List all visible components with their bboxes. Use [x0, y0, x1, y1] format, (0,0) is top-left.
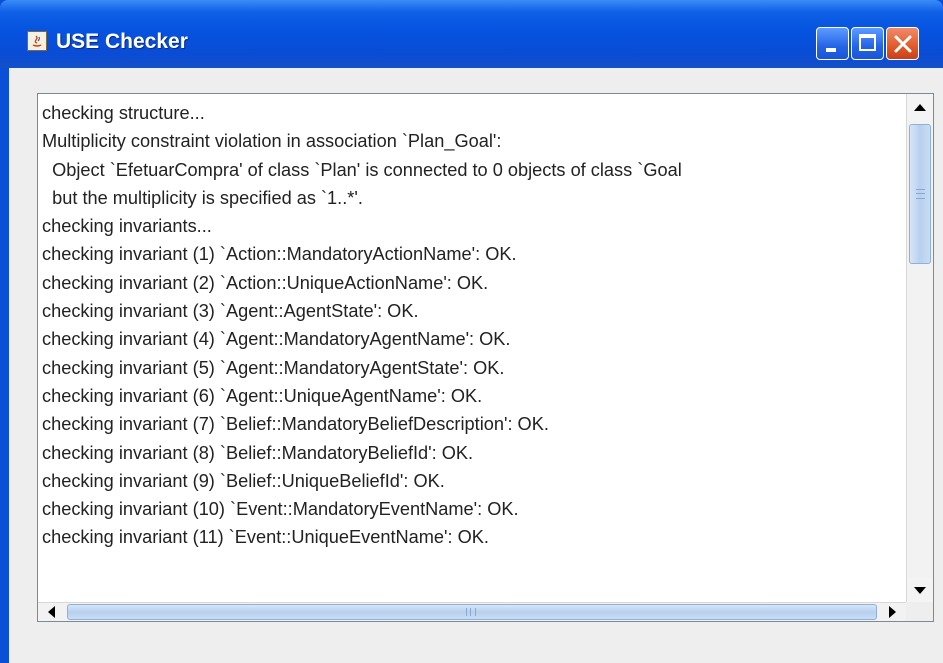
output-line: checking invariant (9) `Belief::UniqueBe…: [42, 470, 445, 491]
output-line: Multiplicity constraint violation in ass…: [42, 131, 502, 152]
window-title: USE Checker: [56, 30, 188, 53]
output-line: checking invariant (6) `Agent::UniqueAge…: [42, 385, 483, 406]
thumb-grip-icon: [466, 608, 476, 616]
output-line: checking invariant (5) `Agent::Mandatory…: [42, 357, 505, 378]
minimize-button[interactable]: [816, 27, 849, 60]
arrow-left-icon: [48, 606, 55, 618]
maximize-icon: [859, 34, 876, 51]
horizontal-scroll-thumb[interactable]: [67, 604, 877, 620]
arrow-down-icon: [914, 587, 926, 594]
output-text[interactable]: checking structure... Multiplicity constr…: [42, 99, 892, 599]
arrow-up-icon: [914, 104, 926, 111]
title-bar[interactable]: USE Checker: [0, 0, 943, 68]
minimize-icon: [826, 48, 836, 52]
output-line: checking invariant (11) `Event::UniqueEv…: [42, 527, 489, 548]
java-icon[interactable]: [27, 31, 47, 51]
window-client-area: checking structure... Multiplicity constr…: [9, 68, 943, 663]
thumb-grip-icon: [916, 189, 925, 199]
output-line: checking invariant (1) `Action::Mandator…: [42, 244, 517, 265]
scroll-right-button[interactable]: [880, 603, 906, 621]
horizontal-scrollbar[interactable]: [38, 602, 906, 621]
scroll-down-button[interactable]: [907, 578, 933, 604]
output-text-area[interactable]: checking structure... Multiplicity constr…: [37, 93, 934, 622]
output-line: checking invariant (2) `Action::UniqueAc…: [42, 272, 489, 293]
vertical-scrollbar[interactable]: [906, 94, 933, 604]
output-line: checking invariant (8) `Belief::Mandator…: [42, 442, 474, 463]
output-line: checking invariant (10) `Event::Mandator…: [42, 499, 519, 520]
output-line: but the multiplicity is specified as `1.…: [42, 187, 363, 208]
use-checker-window: USE Checker checking structure... Multipl…: [0, 0, 943, 663]
vertical-scroll-thumb[interactable]: [909, 124, 931, 264]
output-line: checking invariants...: [42, 216, 212, 237]
output-line: checking invariant (7) `Belief::Mandator…: [42, 414, 549, 435]
close-button[interactable]: [886, 27, 919, 60]
output-line: checking invariant (3) `Agent::AgentStat…: [42, 301, 419, 322]
scroll-left-button[interactable]: [38, 603, 64, 621]
close-icon: [894, 35, 912, 53]
scroll-up-button[interactable]: [907, 94, 933, 120]
output-line: checking structure...: [42, 103, 205, 123]
output-line: checking invariant (4) `Agent::Mandatory…: [42, 329, 511, 350]
maximize-button[interactable]: [851, 27, 884, 60]
arrow-right-icon: [889, 606, 896, 618]
scrollbar-corner: [906, 602, 933, 621]
output-line: Object `EfetuarCompra' of class `Plan' i…: [42, 159, 682, 180]
